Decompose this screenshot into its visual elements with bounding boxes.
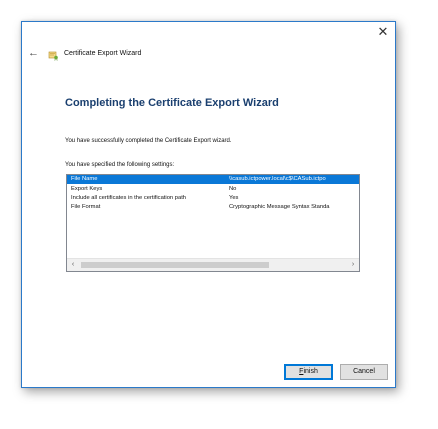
scroll-right-icon[interactable]: › <box>347 259 359 271</box>
setting-value: \\casub.ictpower.local\c$\CASub.ictpo <box>229 176 326 182</box>
list-item[interactable]: Include all certificates in the certific… <box>67 194 359 203</box>
setting-value: Cryptographic Message Syntax Standa <box>229 204 330 210</box>
finish-button[interactable]: Finish <box>284 364 333 380</box>
wizard-header: ← Certificate Export Wizard <box>28 47 142 61</box>
setting-value: Yes <box>229 195 239 201</box>
completion-message: You have successfully completed the Cert… <box>65 138 232 144</box>
list-item[interactable]: File Name \\casub.ictpower.local\c$\CASu… <box>67 175 359 184</box>
window-title: Certificate Export Wizard <box>64 49 142 57</box>
settings-list[interactable]: File Name \\casub.ictpower.local\c$\CASu… <box>66 174 360 272</box>
setting-name: Export Keys <box>71 186 103 192</box>
certificate-wizard-icon <box>48 48 59 61</box>
setting-name: File Format <box>71 204 101 210</box>
list-item[interactable]: Export Keys No <box>67 185 359 194</box>
setting-name: Include all certificates in the certific… <box>71 195 187 201</box>
close-icon[interactable]: ✕ <box>375 24 391 40</box>
cancel-button[interactable]: Cancel <box>340 364 388 380</box>
setting-value: No <box>229 186 237 192</box>
settings-label: You have specified the following setting… <box>65 162 175 168</box>
certificate-export-wizard-dialog: ✕ ← Certificate Export Wizard Completing… <box>21 21 396 388</box>
scrollbar-thumb[interactable] <box>81 262 269 268</box>
list-item[interactable]: File Format Cryptographic Message Syntax… <box>67 203 359 212</box>
finish-label: inish <box>303 368 318 375</box>
scroll-left-icon[interactable]: ‹ <box>67 259 79 271</box>
page-heading: Completing the Certificate Export Wizard <box>65 97 279 109</box>
back-arrow-icon[interactable]: ← <box>28 47 40 59</box>
horizontal-scrollbar[interactable]: ‹ › <box>67 258 359 271</box>
setting-name: File Name <box>71 176 98 182</box>
